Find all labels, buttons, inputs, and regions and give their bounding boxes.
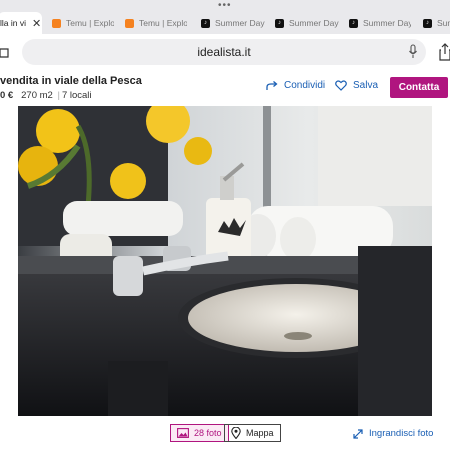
url-text: idealista.it (197, 45, 251, 59)
tab-label: Summer Da (437, 18, 450, 28)
heart-icon (335, 80, 347, 91)
listing-price: 0 € (0, 90, 14, 101)
url-field[interactable]: idealista.it (22, 39, 426, 65)
address-bar-row: idealista.it (0, 34, 450, 70)
save-button[interactable]: Salva (335, 80, 378, 91)
tab-label: Temu | Explo (66, 18, 114, 28)
tab-label: Summer Day (289, 18, 339, 28)
meta-separator: | (57, 90, 60, 101)
tiktok-favicon-icon: ♪ (201, 18, 210, 28)
tab-label: Summer Day (215, 18, 265, 28)
tab-temu-2[interactable]: Temu | Explo (125, 12, 187, 34)
tab-summer-1[interactable]: ♪ Summer Day (201, 12, 265, 34)
enlarge-label: Ingrandisci foto (369, 428, 434, 439)
listing-rooms: 7 locali (61, 90, 92, 101)
listing-header: vendita in viale della Pesca 0 € 270 m2 … (0, 70, 450, 106)
listing-area: 270 m2 (21, 90, 53, 101)
tab-label: Summer Day (363, 18, 411, 28)
tiktok-favicon-icon: ♪ (275, 18, 284, 28)
tab-overview-dots[interactable]: ••• (218, 0, 232, 11)
tab-summer-2[interactable]: ♪ Summer Day (275, 12, 339, 34)
tiktok-favicon-icon: ♪ (349, 18, 358, 28)
image-icon (177, 428, 189, 438)
tab-temu-1[interactable]: Temu | Explo (52, 12, 114, 34)
tab-label: Temu | Explo (139, 18, 187, 28)
temu-favicon-icon (52, 18, 61, 28)
listing-meta: 0 € 270 m2 | 7 locali (0, 90, 92, 101)
tab-label: lla in vi (0, 18, 26, 28)
browser-tab-strip: ••• lla in vi ✕ Temu | Explo Temu | Expl… (0, 0, 450, 34)
share-button[interactable]: Condividi (266, 80, 325, 91)
tab-active[interactable]: lla in vi ✕ (0, 12, 42, 34)
contact-button[interactable]: Contatta (390, 77, 448, 98)
map-label: Mappa (246, 428, 274, 438)
share-icon[interactable] (438, 43, 450, 61)
tab-summer-3[interactable]: ♪ Summer Day (349, 12, 411, 34)
close-icon[interactable]: ✕ (32, 17, 41, 30)
share-arrow-icon (266, 80, 278, 90)
temu-favicon-icon (125, 18, 134, 28)
expand-icon (353, 428, 363, 439)
gallery-toolbar: 28 foto Mappa Ingrandisci foto (0, 416, 450, 450)
photos-count-label: 28 foto (194, 428, 222, 438)
listing-photo[interactable] (18, 106, 432, 416)
map-button[interactable]: Mappa (224, 424, 281, 442)
map-pin-icon (231, 427, 241, 439)
share-icon[interactable] (0, 44, 10, 58)
bathroom-photo-image (18, 106, 432, 416)
photos-button[interactable]: 28 foto (170, 424, 229, 442)
listing-title: vendita in viale della Pesca (0, 75, 142, 87)
enlarge-photo-button[interactable]: Ingrandisci foto (353, 428, 433, 439)
microphone-icon[interactable] (408, 44, 418, 60)
tab-summer-4[interactable]: ♪ Summer Da (423, 12, 450, 34)
share-label: Condividi (284, 80, 326, 91)
save-label: Salva (353, 80, 379, 91)
tiktok-favicon-icon: ♪ (423, 18, 432, 28)
